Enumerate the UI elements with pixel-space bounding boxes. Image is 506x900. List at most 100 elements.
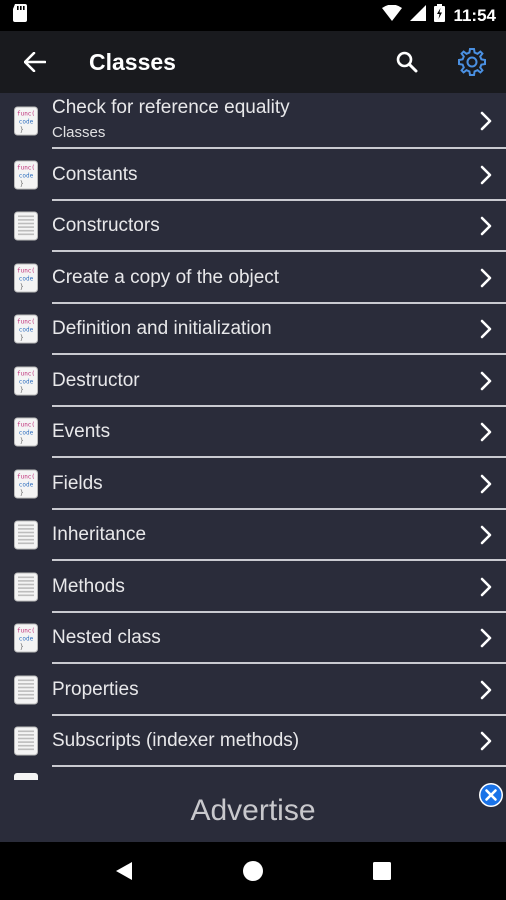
code-file-icon: func(code}	[14, 263, 38, 293]
list-item[interactable]: func(code} Destructor	[0, 355, 506, 407]
status-bar: 11:54	[0, 0, 506, 31]
settings-button[interactable]	[452, 42, 492, 82]
nav-home-button[interactable]	[233, 851, 273, 891]
app-bar: Classes	[0, 31, 506, 93]
svg-text:code: code	[19, 430, 34, 437]
list-item[interactable]: Subscripts (indexer methods)	[0, 716, 506, 767]
svg-text:code: code	[19, 481, 34, 488]
list-item[interactable]: func(code} Nested class	[0, 613, 506, 664]
list-item-label: Check for reference equality	[52, 97, 290, 118]
triangle-back-icon	[116, 862, 133, 880]
svg-text:code: code	[19, 636, 34, 643]
svg-text:code: code	[19, 378, 34, 385]
list-item-label: Destructor	[52, 369, 140, 391]
svg-text:}: }	[20, 127, 24, 134]
code-file-icon: func(code}	[14, 160, 38, 190]
chevron-right-icon	[476, 216, 496, 236]
circle-home-icon	[242, 861, 263, 881]
svg-text:func(: func(	[17, 628, 35, 635]
divider	[52, 765, 506, 767]
svg-text:func(: func(	[17, 422, 35, 429]
text-file-icon	[14, 675, 38, 705]
list-item-label: Constructors	[52, 215, 160, 237]
nav-back-button[interactable]	[104, 851, 144, 891]
svg-text:func(: func(	[17, 370, 35, 377]
system-nav-bar	[0, 842, 506, 900]
ad-banner[interactable]: Advertise	[0, 780, 506, 842]
ad-close-button[interactable]	[478, 782, 504, 808]
chevron-right-icon	[476, 577, 496, 597]
code-file-icon: func(code}	[14, 314, 38, 344]
search-button[interactable]	[387, 42, 427, 82]
svg-text:}: }	[20, 644, 24, 651]
svg-text:func(: func(	[17, 473, 35, 480]
list-item[interactable]: Inheritance	[0, 510, 506, 561]
svg-text:code: code	[19, 327, 34, 334]
svg-text:}: }	[20, 335, 24, 342]
text-file-icon	[14, 520, 38, 550]
list-item-label: Constants	[52, 163, 138, 185]
svg-text:func(: func(	[17, 111, 35, 118]
list-item-label: Nested class	[52, 627, 161, 649]
list-item[interactable]: func(code} Constants	[0, 149, 506, 201]
arrow-left-icon	[24, 52, 46, 72]
gear-icon	[458, 48, 486, 76]
list-item[interactable]: func(code} Fields	[0, 458, 506, 510]
nav-recents-button[interactable]	[362, 851, 402, 891]
chevron-right-icon	[476, 268, 496, 288]
list-item-label: Create a copy of the object	[52, 266, 280, 288]
list-item-label: Properties	[52, 678, 139, 700]
search-icon	[396, 51, 418, 73]
code-file-icon: func(code}	[14, 623, 38, 653]
list-item-subtitle: Classes	[52, 124, 106, 141]
signal-icon	[410, 5, 427, 26]
list-item-label: Subscripts (indexer methods)	[52, 730, 300, 752]
svg-text:func(: func(	[17, 267, 35, 274]
ad-text: Advertise	[190, 794, 316, 827]
chevron-right-icon	[476, 165, 496, 185]
chevron-right-icon	[476, 319, 496, 339]
list-item[interactable]: Methods	[0, 561, 506, 613]
battery-icon	[434, 4, 446, 27]
chevron-right-icon	[476, 525, 496, 545]
back-button[interactable]	[15, 42, 55, 82]
svg-text:code: code	[19, 119, 34, 126]
svg-text:func(: func(	[17, 164, 35, 171]
svg-text:}: }	[20, 438, 24, 445]
list-item-label: Fields	[52, 472, 103, 494]
wifi-icon	[382, 4, 403, 26]
chevron-right-icon	[476, 371, 496, 391]
close-icon	[479, 783, 503, 807]
topic-list: func(code} Check for reference equality Cl…	[0, 93, 506, 780]
code-file-icon: func(code}	[14, 366, 38, 396]
list-item[interactable]: func(code} Create a copy of the object	[0, 252, 506, 304]
svg-text:code: code	[19, 172, 34, 179]
list-item[interactable]: func(code} Definition and initialization	[0, 304, 506, 355]
chevron-right-icon	[476, 628, 496, 648]
list-item[interactable]: Properties	[0, 664, 506, 716]
text-file-icon	[14, 726, 38, 756]
sd-card-icon	[12, 4, 28, 27]
chevron-right-icon	[476, 422, 496, 442]
svg-text:func(: func(	[17, 319, 35, 326]
square-recents-icon	[372, 862, 391, 880]
list-item-label: Methods	[52, 575, 125, 597]
code-file-icon: func(code}	[14, 469, 38, 499]
text-file-icon	[14, 211, 38, 241]
chevron-right-icon	[476, 680, 496, 700]
text-file-icon	[14, 572, 38, 602]
svg-text:}: }	[20, 489, 24, 496]
svg-text:}: }	[20, 283, 24, 290]
code-file-icon: func(code}	[14, 106, 38, 136]
svg-text:}: }	[20, 386, 24, 393]
list-item[interactable]: Constructors	[0, 201, 506, 252]
next-item-peek	[14, 773, 38, 780]
list-item-label: Inheritance	[52, 524, 147, 546]
list-item[interactable]: func(code} Check for reference equality Cl…	[0, 93, 506, 149]
chevron-right-icon	[476, 731, 496, 751]
list-item-label: Events	[52, 421, 111, 443]
chevron-right-icon	[476, 111, 496, 131]
code-file-icon: func(code}	[14, 417, 38, 447]
list-item[interactable]: func(code} Events	[0, 407, 506, 458]
svg-text:code: code	[19, 275, 34, 282]
